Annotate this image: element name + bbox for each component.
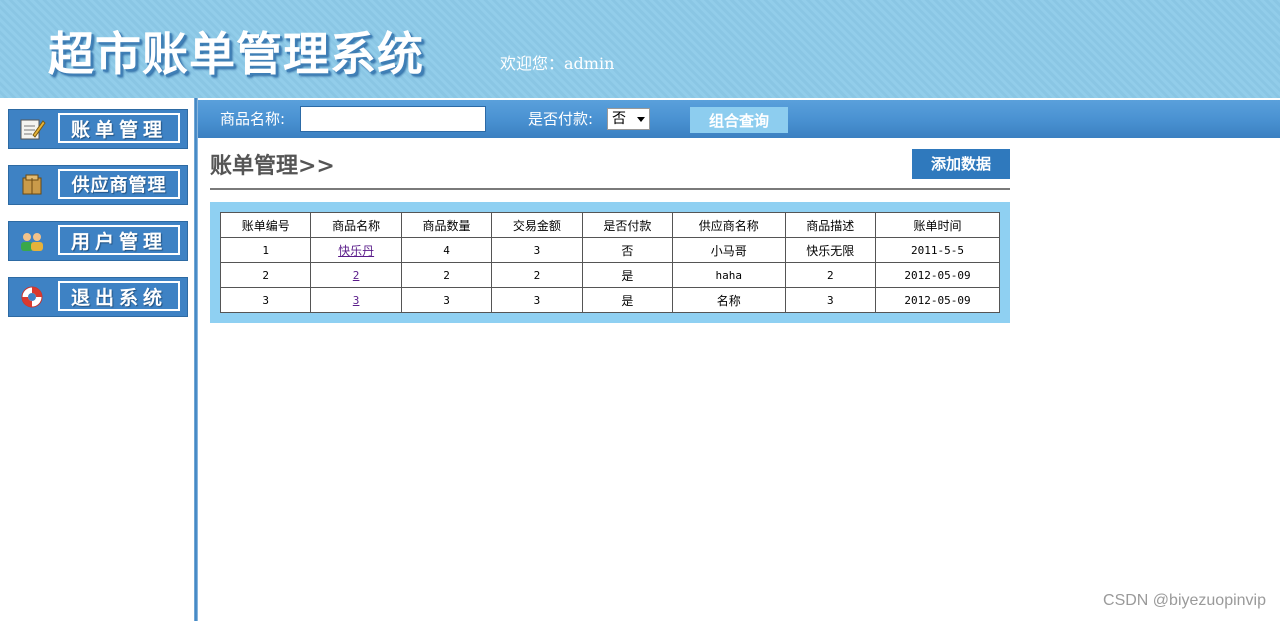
cell-product-name: 3 bbox=[310, 287, 402, 313]
notepad-icon bbox=[18, 117, 46, 141]
page-title: 账单管理>> bbox=[210, 153, 335, 179]
paid-status-selected-value: 否 bbox=[612, 111, 626, 127]
cell-bill-id: 1 bbox=[219, 237, 312, 263]
product-name-label: 商品名称: bbox=[220, 110, 286, 128]
header-banner: 超市账单管理系统 欢迎您：admin bbox=[0, 0, 1280, 98]
title-divider bbox=[210, 188, 1010, 190]
cell-bill-time: 2012-05-09 bbox=[874, 287, 1001, 313]
sidebar: 账单管理 供应商管理 用户管理 退出系统 bbox=[0, 98, 194, 621]
column-header: 账单编号 bbox=[219, 212, 312, 238]
cell-quantity: 3 bbox=[400, 287, 493, 313]
app-title: 超市账单管理系统 bbox=[48, 27, 424, 81]
column-header: 商品数量 bbox=[400, 212, 493, 238]
cell-amount: 3 bbox=[491, 287, 583, 313]
cell-quantity: 2 bbox=[400, 262, 493, 288]
sidebar-item-user-management[interactable]: 用户管理 bbox=[8, 221, 188, 261]
table-panel: 账单编号 商品名称 商品数量 交易金额 是否付款 供应商名称 商品描述 账单时间… bbox=[210, 202, 1010, 323]
welcome-text: 欢迎您：admin bbox=[500, 54, 615, 73]
sidebar-item-bill-management[interactable]: 账单管理 bbox=[8, 109, 188, 149]
cell-supplier: 小马哥 bbox=[672, 237, 786, 263]
cell-amount: 3 bbox=[491, 237, 583, 263]
table-row: 1 快乐丹 4 3 否 小马哥 快乐无限 2011-5-5 bbox=[219, 237, 1001, 263]
product-name-link[interactable]: 2 bbox=[353, 269, 360, 282]
cell-description: 2 bbox=[784, 262, 876, 288]
product-name-input[interactable] bbox=[300, 106, 486, 132]
add-data-button[interactable]: 添加数据 bbox=[912, 149, 1010, 179]
table-header-row: 账单编号 商品名称 商品数量 交易金额 是否付款 供应商名称 商品描述 账单时间 bbox=[219, 212, 1001, 238]
paid-status-label: 是否付款: bbox=[528, 110, 594, 128]
combined-query-button[interactable]: 组合查询 bbox=[690, 107, 788, 133]
sidebar-item-label: 供应商管理 bbox=[58, 169, 180, 199]
cell-paid: 否 bbox=[581, 237, 674, 263]
cell-supplier: haha bbox=[672, 262, 786, 288]
product-name-link[interactable]: 3 bbox=[353, 294, 360, 307]
cell-description: 快乐无限 bbox=[784, 237, 876, 263]
sidebar-divider bbox=[194, 98, 198, 621]
column-header: 商品名称 bbox=[310, 212, 402, 238]
table-row: 3 3 3 3 是 名称 3 2012-05-09 bbox=[219, 287, 1001, 313]
column-header: 账单时间 bbox=[874, 212, 1001, 238]
box-icon bbox=[18, 173, 46, 197]
column-header: 供应商名称 bbox=[672, 212, 786, 238]
product-name-link[interactable]: 快乐丹 bbox=[338, 244, 374, 258]
cell-product-name: 2 bbox=[310, 262, 402, 288]
sidebar-item-exit-system[interactable]: 退出系统 bbox=[8, 277, 188, 317]
chevron-down-icon bbox=[637, 117, 645, 122]
search-toolbar: 商品名称: 是否付款: 否 组合查询 bbox=[198, 100, 1280, 138]
cell-bill-time: 2012-05-09 bbox=[874, 262, 1001, 288]
column-header: 交易金额 bbox=[491, 212, 583, 238]
cell-amount: 2 bbox=[491, 262, 583, 288]
column-header: 是否付款 bbox=[581, 212, 674, 238]
watermark-text: CSDN @biyezuopinvip bbox=[1103, 592, 1266, 609]
sidebar-item-supplier-management[interactable]: 供应商管理 bbox=[8, 165, 188, 205]
cell-bill-id: 3 bbox=[219, 287, 312, 313]
lifebuoy-icon bbox=[18, 285, 46, 309]
cell-paid: 是 bbox=[581, 287, 674, 313]
table-row: 2 2 2 2 是 haha 2 2012-05-09 bbox=[219, 262, 1001, 288]
sidebar-item-label: 退出系统 bbox=[58, 281, 180, 311]
column-header: 商品描述 bbox=[784, 212, 876, 238]
cell-description: 3 bbox=[784, 287, 876, 313]
sidebar-item-label: 用户管理 bbox=[58, 225, 180, 255]
users-icon bbox=[18, 229, 46, 253]
cell-bill-id: 2 bbox=[219, 262, 312, 288]
cell-paid: 是 bbox=[581, 262, 674, 288]
bill-table: 账单编号 商品名称 商品数量 交易金额 是否付款 供应商名称 商品描述 账单时间… bbox=[219, 212, 1001, 313]
cell-supplier: 名称 bbox=[672, 287, 786, 313]
sidebar-item-label: 账单管理 bbox=[58, 113, 180, 143]
cell-bill-time: 2011-5-5 bbox=[874, 237, 1001, 263]
cell-quantity: 4 bbox=[400, 237, 493, 263]
paid-status-select[interactable]: 否 bbox=[607, 108, 650, 130]
cell-product-name: 快乐丹 bbox=[310, 237, 402, 263]
